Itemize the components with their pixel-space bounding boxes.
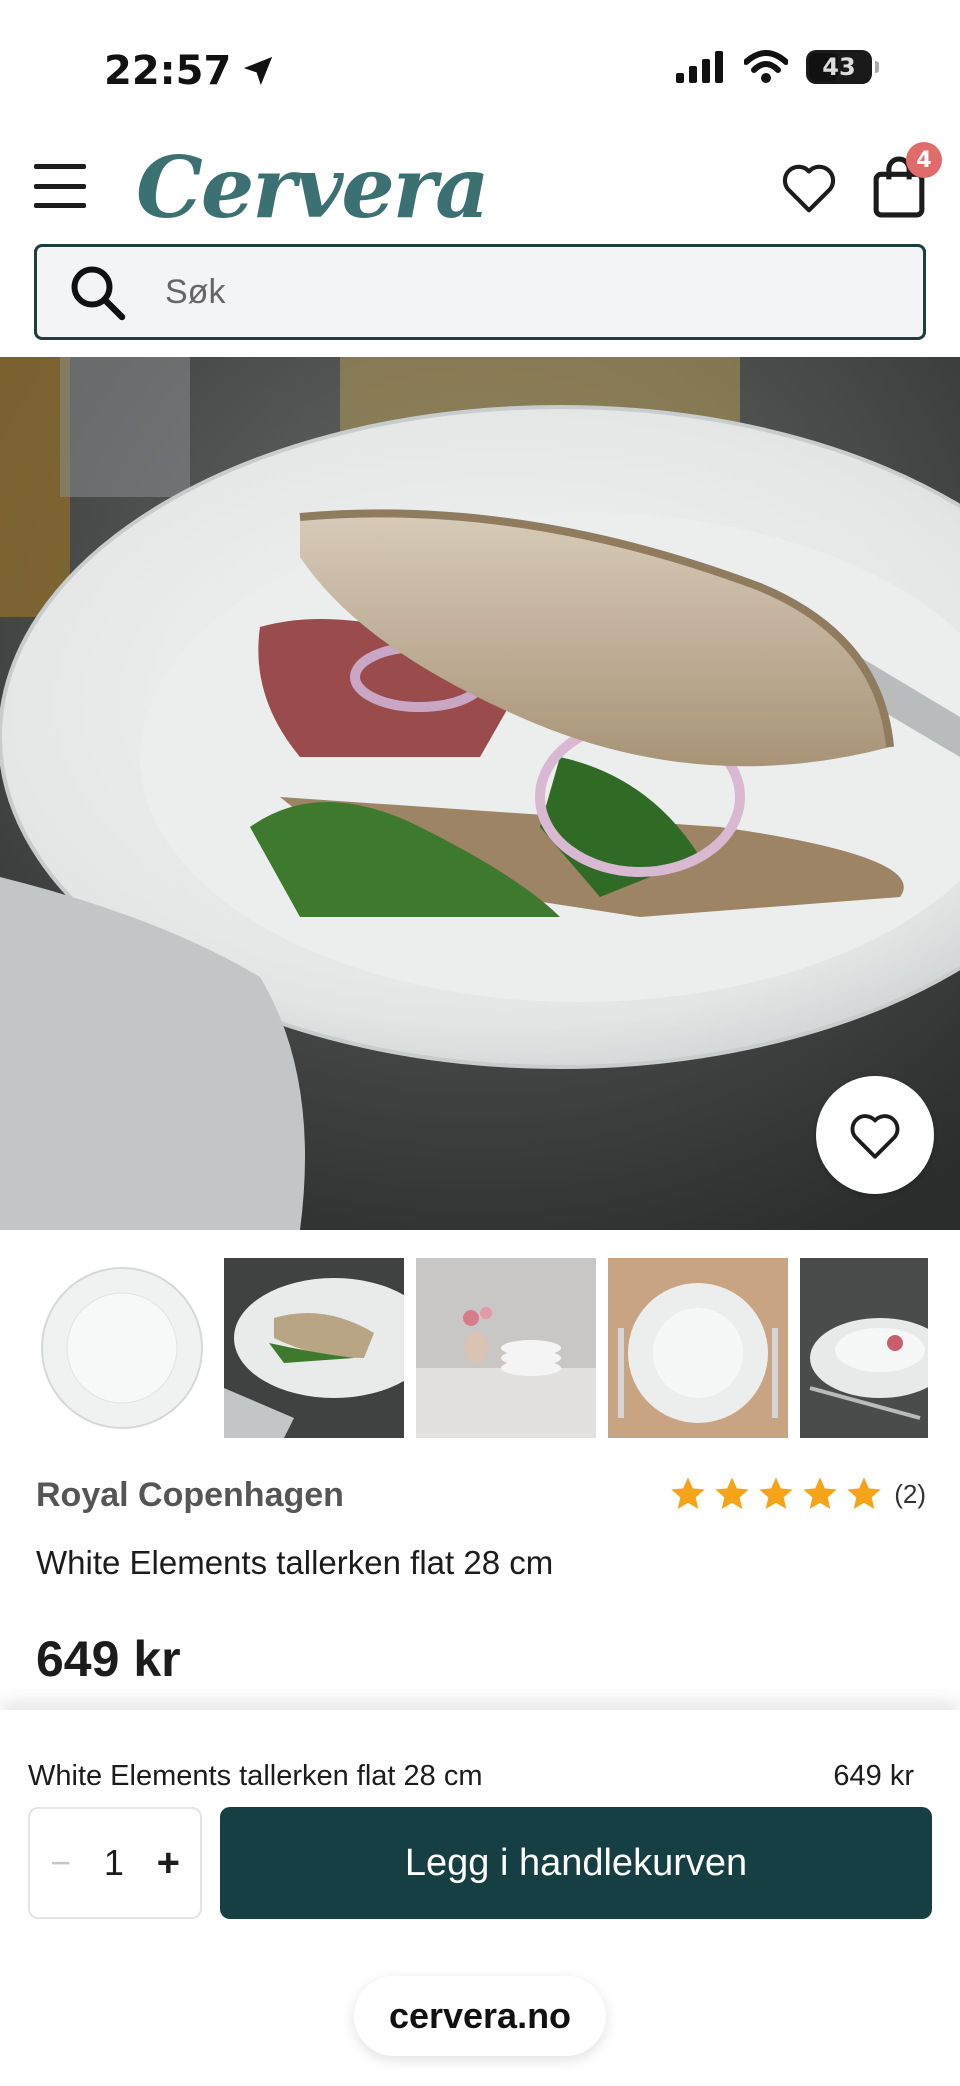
- star-icon: [759, 1477, 793, 1509]
- quantity-value[interactable]: 1: [104, 1842, 124, 1884]
- increase-quantity-button[interactable]: +: [157, 1841, 180, 1886]
- thumb-plate-image: [32, 1258, 212, 1438]
- cart-count-badge: 4: [906, 142, 942, 178]
- time-text: 22:57: [104, 48, 232, 94]
- thumbnail-4[interactable]: [608, 1258, 788, 1438]
- product-price: 649 kr: [36, 1631, 181, 1687]
- location-arrow-icon: [244, 56, 273, 86]
- browser-url-bar[interactable]: cervera.no: [354, 1976, 606, 2056]
- search-bar[interactable]: [34, 244, 926, 340]
- decrease-quantity-button[interactable]: −: [50, 1842, 71, 1884]
- thumbnail-1[interactable]: [32, 1258, 212, 1438]
- sticky-product-name: White Elements tallerken flat 28 cm: [28, 1760, 483, 1792]
- thumbnail-2[interactable]: [224, 1258, 404, 1438]
- add-to-favorites-button[interactable]: [816, 1076, 934, 1194]
- logo[interactable]: Cervera: [136, 138, 489, 237]
- status-bar: 22:57 43: [0, 0, 960, 130]
- search-input[interactable]: [165, 272, 865, 312]
- menu-icon[interactable]: [34, 164, 86, 208]
- thumbnail-strip: [0, 1258, 960, 1438]
- product-name: White Elements tallerken flat 28 cm: [36, 1544, 554, 1581]
- heart-icon[interactable]: [778, 156, 840, 218]
- star-icon: [847, 1477, 881, 1509]
- thumb-bowl-image: [608, 1258, 788, 1438]
- product-hero-image[interactable]: [0, 357, 960, 1230]
- star-icon: [715, 1477, 749, 1509]
- status-indicators: 43: [676, 50, 879, 84]
- search-icon: [71, 266, 126, 321]
- thumbnail-3[interactable]: [416, 1258, 596, 1438]
- product-rating[interactable]: (2): [668, 1474, 926, 1514]
- thumb-stack-image: [416, 1258, 596, 1438]
- thumbnail-5[interactable]: [800, 1258, 928, 1438]
- rating-count: (2): [894, 1478, 926, 1509]
- site-header: Cervera: [0, 130, 960, 240]
- wifi-icon: [744, 50, 788, 83]
- hero-photo: [0, 357, 960, 1230]
- star-icon: [803, 1477, 837, 1509]
- product-brand[interactable]: Royal Copenhagen: [36, 1476, 344, 1515]
- heart-icon: [850, 1114, 900, 1159]
- battery-icon: 43: [806, 50, 879, 84]
- star-icon: [671, 1477, 705, 1509]
- signal-icon: [676, 51, 723, 83]
- quantity-stepper: − 1 +: [28, 1807, 202, 1919]
- thumb-sandwich-image: [224, 1258, 404, 1438]
- sticky-product-price: 649 kr: [833, 1760, 914, 1792]
- battery-level: 43: [822, 53, 856, 81]
- thumb-table-image: [800, 1258, 928, 1438]
- status-time: 22:57: [104, 48, 275, 94]
- add-to-cart-button[interactable]: Legg i handlekurven: [220, 1807, 932, 1919]
